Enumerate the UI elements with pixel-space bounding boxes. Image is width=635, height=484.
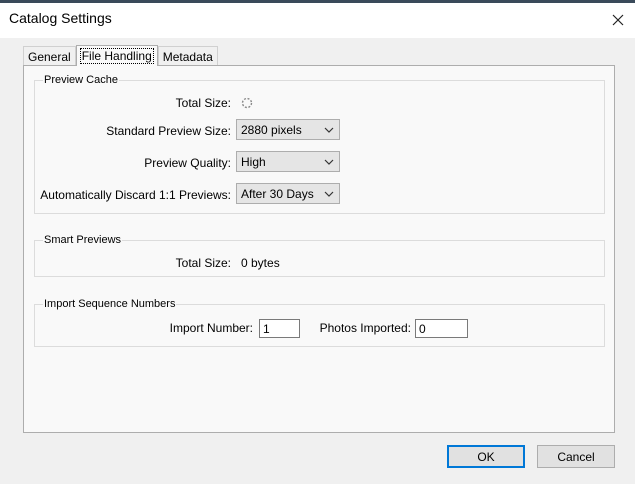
chevron-down-icon xyxy=(324,159,334,165)
tab-metadata[interactable]: Metadata xyxy=(157,46,218,66)
ok-button[interactable]: OK xyxy=(447,445,525,468)
standard-preview-size-value: 2880 pixels xyxy=(241,122,302,137)
tab-bar: General File Handling Metadata xyxy=(23,45,218,66)
loading-spinner-icon xyxy=(241,97,253,109)
auto-discard-label: Automatically Discard 1:1 Previews: xyxy=(40,188,231,202)
tab-panel: Preview Cache Total Size: Standard Previ… xyxy=(23,65,615,433)
photos-imported-label: Photos Imported: xyxy=(319,321,411,335)
tab-file-handling-label: File Handling xyxy=(79,48,154,64)
tab-file-handling[interactable]: File Handling xyxy=(75,45,158,66)
window-title: Catalog Settings xyxy=(9,10,112,26)
import-number-value: 1 xyxy=(263,321,270,336)
preview-quality-value: High xyxy=(241,154,266,169)
import-sequence-group: Import Sequence Numbers Import Number: 1… xyxy=(34,298,605,347)
preview-quality-select[interactable]: High xyxy=(236,151,340,172)
close-button[interactable] xyxy=(601,3,635,37)
auto-discard-select[interactable]: After 30 Days xyxy=(236,183,340,204)
smart-total-size-value: 0 bytes xyxy=(241,256,280,270)
close-icon xyxy=(612,14,624,26)
chevron-down-icon xyxy=(324,127,334,133)
preview-total-size-label: Total Size: xyxy=(175,96,231,110)
smart-previews-group: Smart Previews Total Size: 0 bytes xyxy=(34,234,605,277)
preview-cache-legend: Preview Cache xyxy=(43,74,119,86)
preview-cache-group: Preview Cache Total Size: Standard Previ… xyxy=(34,74,605,214)
import-number-label: Import Number: xyxy=(169,321,253,335)
import-number-input[interactable]: 1 xyxy=(259,319,300,338)
tab-general[interactable]: General xyxy=(23,46,76,66)
standard-preview-size-label: Standard Preview Size: xyxy=(106,124,231,138)
photos-imported-input[interactable]: 0 xyxy=(415,319,468,338)
standard-preview-size-select[interactable]: 2880 pixels xyxy=(236,119,340,140)
tab-general-label: General xyxy=(28,49,71,64)
photos-imported-value: 0 xyxy=(419,321,426,336)
smart-previews-legend: Smart Previews xyxy=(43,234,123,246)
title-bar: Catalog Settings xyxy=(0,0,635,38)
tab-metadata-label: Metadata xyxy=(162,49,213,64)
auto-discard-value: After 30 Days xyxy=(241,186,314,201)
preview-quality-label: Preview Quality: xyxy=(144,156,231,170)
cancel-button[interactable]: Cancel xyxy=(537,445,615,468)
chevron-down-icon xyxy=(324,191,334,197)
smart-total-size-label: Total Size: xyxy=(175,256,231,270)
import-sequence-legend: Import Sequence Numbers xyxy=(43,298,177,310)
